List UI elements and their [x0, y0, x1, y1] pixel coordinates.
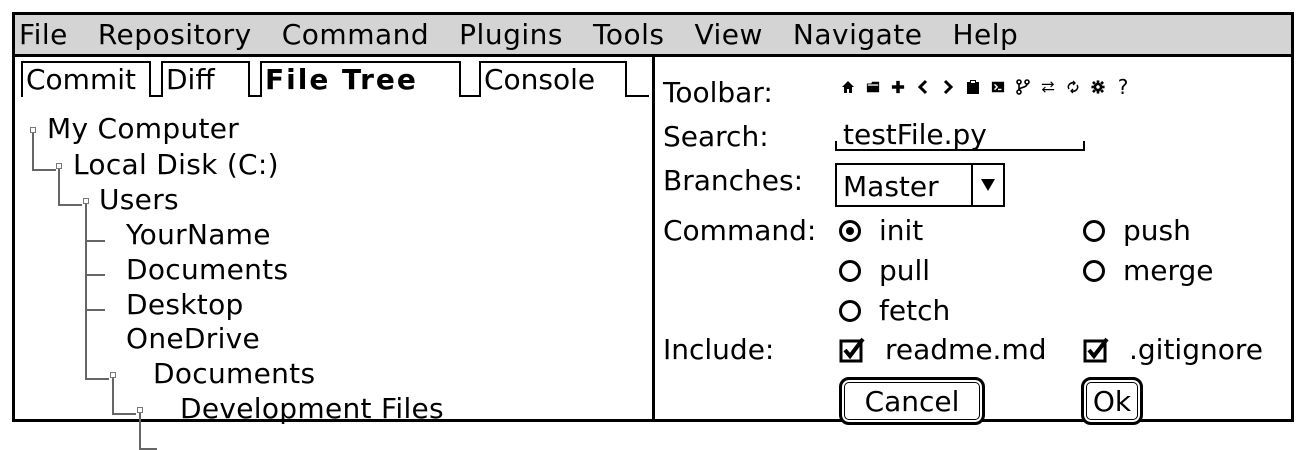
- tab-divider: [625, 95, 649, 97]
- tree-item-onedrive[interactable]: OneDrive: [126, 325, 260, 353]
- tab-commit[interactable]: Commit: [21, 61, 151, 97]
- menu-help[interactable]: Help: [949, 20, 1019, 49]
- radio-pull[interactable]: pull: [839, 257, 930, 285]
- radio-pull-label: pull: [879, 254, 931, 287]
- tree-item-users[interactable]: Users: [99, 186, 179, 214]
- tree-connector: [85, 378, 109, 380]
- radio-init-label: init: [879, 214, 924, 247]
- radio-button[interactable]: [839, 300, 861, 322]
- tree-item-onedrive-documents[interactable]: Documents: [153, 360, 315, 388]
- include-label: Include:: [663, 333, 775, 366]
- tree-connector: [112, 413, 136, 415]
- tree-item-my-computer[interactable]: My Computer: [47, 115, 239, 143]
- menu-view[interactable]: View: [690, 20, 762, 49]
- tree-connector: [58, 168, 60, 205]
- clipboard-icon[interactable]: [966, 79, 980, 95]
- branch-select-value: Master: [843, 170, 939, 203]
- ok-button[interactable]: Ok: [1081, 377, 1143, 425]
- tree-connector: [85, 240, 105, 242]
- right-pane: Toolbar: ? Search: testFile.py Branches:…: [655, 57, 1291, 425]
- tree-expand-toggle[interactable]: [56, 163, 62, 169]
- tab-file-tree[interactable]: File Tree: [260, 61, 461, 97]
- tree-connector: [58, 204, 82, 206]
- radio-button[interactable]: [1083, 220, 1105, 242]
- command-label: Command:: [663, 214, 817, 247]
- tab-divider: [459, 95, 481, 97]
- checkbox-checked-icon[interactable]: [839, 337, 865, 363]
- tree-connector: [85, 203, 87, 379]
- tree-connector: [85, 309, 105, 311]
- radio-button[interactable]: [839, 260, 861, 282]
- chevron-left-icon[interactable]: [916, 79, 930, 95]
- radio-button-selected[interactable]: [839, 220, 861, 242]
- terminal-icon[interactable]: [991, 79, 1005, 95]
- checkbox-readme[interactable]: readme.md: [839, 336, 1047, 364]
- tree-item-development-files[interactable]: Development Files: [180, 395, 444, 423]
- radio-push-label: push: [1123, 214, 1191, 247]
- menu-plugins[interactable]: Plugins: [455, 20, 563, 49]
- help-icon[interactable]: ?: [1116, 77, 1130, 97]
- radio-button[interactable]: [1083, 260, 1105, 282]
- menu-command[interactable]: Command: [278, 20, 429, 49]
- toolbar: ?: [841, 77, 1130, 97]
- checkbox-gitignore-label: .gitignore: [1129, 333, 1263, 366]
- radio-push[interactable]: push: [1083, 217, 1191, 245]
- branch-icon[interactable]: [1016, 79, 1030, 95]
- checkbox-gitignore[interactable]: .gitignore: [1083, 336, 1263, 364]
- search-input-value: testFile.py: [843, 118, 987, 151]
- tab-console[interactable]: Console: [479, 61, 627, 97]
- tree-item-documents[interactable]: Documents: [126, 256, 288, 284]
- checkbox-checked-icon[interactable]: [1083, 337, 1109, 363]
- menu-bar: File Repository Command Plugins Tools Vi…: [15, 15, 1291, 57]
- checkbox-readme-label: readme.md: [885, 333, 1047, 366]
- branches-label: Branches:: [663, 164, 804, 197]
- toolbar-label: Toolbar:: [663, 76, 773, 109]
- tab-diff[interactable]: Diff: [161, 61, 250, 97]
- menu-tools[interactable]: Tools: [589, 20, 664, 49]
- branch-select[interactable]: Master: [835, 163, 1005, 207]
- tree-connector: [139, 412, 141, 449]
- tree-expand-toggle[interactable]: [83, 198, 89, 204]
- radio-fetch-label: fetch: [879, 294, 951, 327]
- radio-merge-label: merge: [1123, 254, 1214, 287]
- plus-icon[interactable]: [891, 79, 905, 95]
- tree-item-yourname[interactable]: YourName: [126, 221, 271, 249]
- radio-merge[interactable]: merge: [1083, 257, 1214, 285]
- tree-connector: [85, 274, 105, 276]
- tree-expand-toggle[interactable]: [137, 407, 143, 413]
- menu-repository[interactable]: Repository: [94, 20, 252, 49]
- file-tree: My Computer Local Disk (C:) Users YourNa…: [15, 105, 655, 450]
- search-label: Search:: [663, 120, 769, 153]
- folder-icon[interactable]: [866, 79, 880, 95]
- chevron-down-icon[interactable]: [971, 165, 1003, 205]
- tree-connector: [32, 132, 34, 170]
- radio-init[interactable]: init: [839, 217, 923, 245]
- radio-fetch[interactable]: fetch: [839, 297, 950, 325]
- menu-file[interactable]: File: [15, 20, 68, 49]
- home-icon[interactable]: [841, 79, 855, 95]
- tree-expand-toggle[interactable]: [110, 372, 116, 378]
- tree-item-desktop[interactable]: Desktop: [126, 291, 244, 319]
- tree-item-local-disk[interactable]: Local Disk (C:): [73, 151, 279, 179]
- tab-bar: Commit Diff File Tree Console: [21, 61, 653, 103]
- cancel-button[interactable]: Cancel: [839, 377, 985, 425]
- refresh-icon[interactable]: [1066, 79, 1080, 95]
- swap-icon[interactable]: [1041, 79, 1055, 95]
- tree-expand-toggle[interactable]: [30, 127, 36, 133]
- chevron-right-icon[interactable]: [941, 79, 955, 95]
- gear-icon[interactable]: [1091, 79, 1105, 95]
- left-pane: Commit Diff File Tree Console My Compute…: [15, 57, 655, 450]
- app-window: File Repository Command Plugins Tools Vi…: [12, 12, 1294, 450]
- tree-connector: [112, 377, 114, 414]
- tree-connector: [32, 169, 56, 171]
- search-input[interactable]: testFile.py: [835, 117, 1085, 151]
- menu-navigate[interactable]: Navigate: [789, 20, 923, 49]
